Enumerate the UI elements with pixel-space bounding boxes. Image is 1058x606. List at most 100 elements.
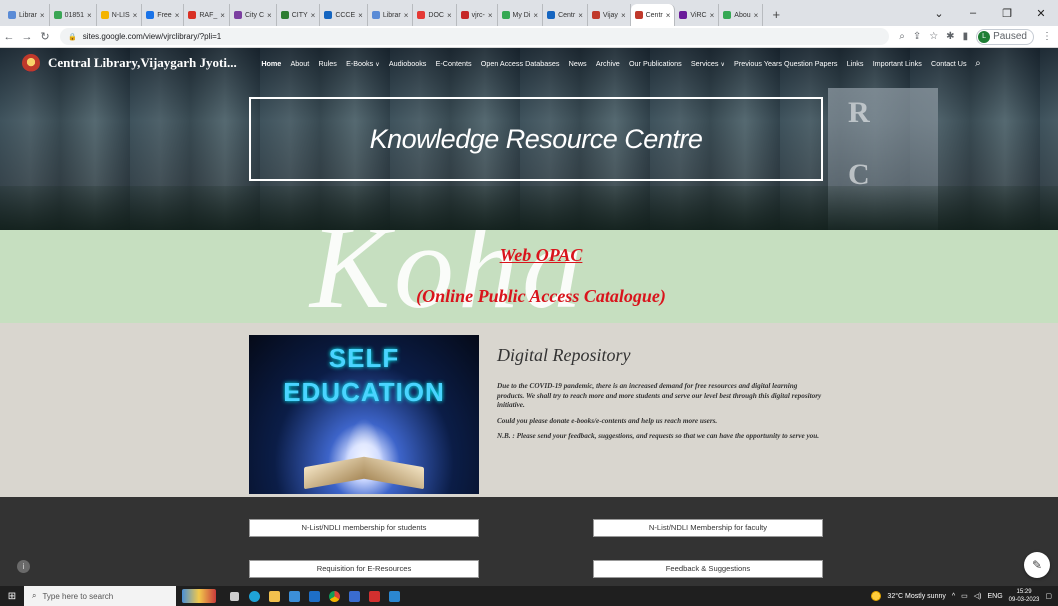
tab-close-icon[interactable]: × [40,11,45,20]
tab-close-icon[interactable]: × [220,11,225,20]
requisition-button[interactable]: Requisition for E-Resources [249,560,479,578]
weather-text[interactable]: 32°C Mostly sunny [887,593,945,600]
menu-item-label: Archive [595,58,620,68]
nlist-students-button[interactable]: N-List/NDLI membership for students [249,519,479,537]
windows-app-icon[interactable] [386,588,403,605]
tab-label: RAF_ [199,11,218,19]
clock[interactable]: 15:29 09-03-2023 [1009,588,1040,604]
menu-item-open-access-databases[interactable]: Open Access Databases [476,59,564,68]
browser-tab[interactable]: CITY × [277,4,321,26]
tab-close-icon[interactable]: × [358,11,363,20]
menu-item-news[interactable]: News [564,59,591,68]
menu-item-e-contents[interactable]: E-Contents [431,59,476,68]
profile-paused-button[interactable]: L Paused [976,28,1034,45]
tab-close-icon[interactable]: × [311,11,316,20]
url-input[interactable]: 🔒 sites.google.com/view/vjrclibrary/?pli… [60,28,890,45]
browser-menu-icon[interactable]: ⋮ [1042,31,1052,42]
site-title[interactable]: Central Library,Vijaygarh Jyoti... [48,55,237,71]
browser-tab[interactable]: My Di × [498,4,544,26]
tab-search-chevron-icon[interactable]: ⌄ [922,7,956,20]
browser-tab[interactable]: Centr × [543,4,588,26]
menu-item-home[interactable]: Home [257,59,286,68]
mail-icon[interactable] [306,588,323,605]
menu-item-our-publications[interactable]: Our Publications [624,59,686,68]
browser-tab[interactable]: CCCE × [320,4,368,26]
task-view-icon[interactable] [226,588,243,605]
zoom-icon[interactable]: ⌕ [899,31,905,42]
volume-icon[interactable]: ◁) [974,592,982,600]
back-icon[interactable]: ← [0,31,18,43]
chrome-icon[interactable] [326,588,343,605]
menu-item-services[interactable]: Services ∨ [686,59,729,68]
menu-item-about[interactable]: About [286,59,314,68]
taskbar-search-input[interactable]: ⌕ Type here to search [24,586,176,606]
tab-close-icon[interactable]: × [488,11,493,20]
browser-tab[interactable]: Librar × [4,4,50,26]
menu-item-previous-years-question-papers[interactable]: Previous Years Question Papers [729,59,842,68]
menu-item-important-links[interactable]: Important Links [868,59,926,68]
forward-icon[interactable]: → [18,31,36,43]
browser-tab[interactable]: City C × [230,4,277,26]
search-icon[interactable]: ⌕ [975,58,981,69]
search-highlight-image[interactable] [182,589,216,603]
taskbar-apps [226,588,403,605]
tab-close-icon[interactable]: × [133,11,138,20]
browser-tab[interactable]: ViRC × [675,4,720,26]
browser-tab[interactable]: vjrc- × [457,4,498,26]
minimize-button[interactable]: – [956,7,990,19]
store-icon[interactable] [286,588,303,605]
feedback-button[interactable]: Feedback & Suggestions [593,560,823,578]
file-explorer-icon[interactable] [266,588,283,605]
nlist-faculty-button[interactable]: N-List/NDLI Membership for faculty [593,519,823,537]
info-icon[interactable]: i [17,560,30,573]
extensions-icon[interactable]: ✱ [946,31,954,42]
tab-close-icon[interactable]: × [578,11,583,20]
menu-item-links[interactable]: Links [842,59,868,68]
avatar: L [978,30,991,43]
language-indicator[interactable]: ENG [988,593,1003,600]
close-window-button[interactable]: ✕ [1024,7,1058,20]
web-opac-link[interactable]: Web OPAC [500,245,583,265]
bookmark-star-icon[interactable]: ☆ [929,31,938,42]
tab-close-icon[interactable]: × [267,11,272,20]
browser-tab[interactable]: RAF_ × [184,4,230,26]
menu-item-audiobooks[interactable]: Audiobooks [384,59,431,68]
network-icon[interactable]: ▭ [961,592,968,600]
tab-close-icon[interactable]: × [754,11,759,20]
calendar-app-icon[interactable] [346,588,363,605]
tab-close-icon[interactable]: × [175,11,180,20]
menu-item-contact-us[interactable]: Contact Us [926,59,971,68]
maximize-button[interactable]: ❐ [990,7,1024,20]
edge-icon[interactable] [246,588,263,605]
browser-tab[interactable]: Abou × [719,4,764,26]
acrobat-icon[interactable] [366,588,383,605]
reload-icon[interactable]: ↻ [36,30,54,43]
browser-tab[interactable]: Librar × [368,4,414,26]
menu-item-e-books[interactable]: E-Books ∨ [341,59,384,68]
browser-tab[interactable]: Vijay × [588,4,631,26]
tab-close-icon[interactable]: × [87,11,92,20]
tab-close-icon[interactable]: × [710,11,715,20]
menu-item-rules[interactable]: Rules [314,59,342,68]
browser-tab[interactable]: Free × [142,4,185,26]
menu-item-archive[interactable]: Archive [591,59,624,68]
browser-tab[interactable]: DOC × [413,4,457,26]
tab-close-icon[interactable]: × [404,11,409,20]
tray-chevron-icon[interactable]: ^ [952,593,955,600]
college-logo[interactable] [22,54,40,72]
tab-label: Free [157,11,172,19]
browser-tab[interactable]: Centr × [630,4,676,26]
tab-close-icon[interactable]: × [447,11,452,20]
tab-close-icon[interactable]: × [533,11,538,20]
browser-tab[interactable]: 01851 × [50,4,97,26]
share-icon[interactable]: ⇪ [913,31,921,42]
tab-close-icon[interactable]: × [621,11,626,20]
browser-tab[interactable]: N-LIS × [97,4,143,26]
image-text-self: SELF [328,343,400,373]
tab-close-icon[interactable]: × [666,11,671,20]
sidepanel-icon[interactable]: ▮ [963,31,969,42]
new-tab-button[interactable]: + [767,4,785,26]
edit-pencil-icon[interactable]: ✎ [1024,552,1050,578]
notifications-icon[interactable]: ▢ [1045,592,1052,600]
windows-start-icon[interactable]: ⊞ [0,591,24,602]
